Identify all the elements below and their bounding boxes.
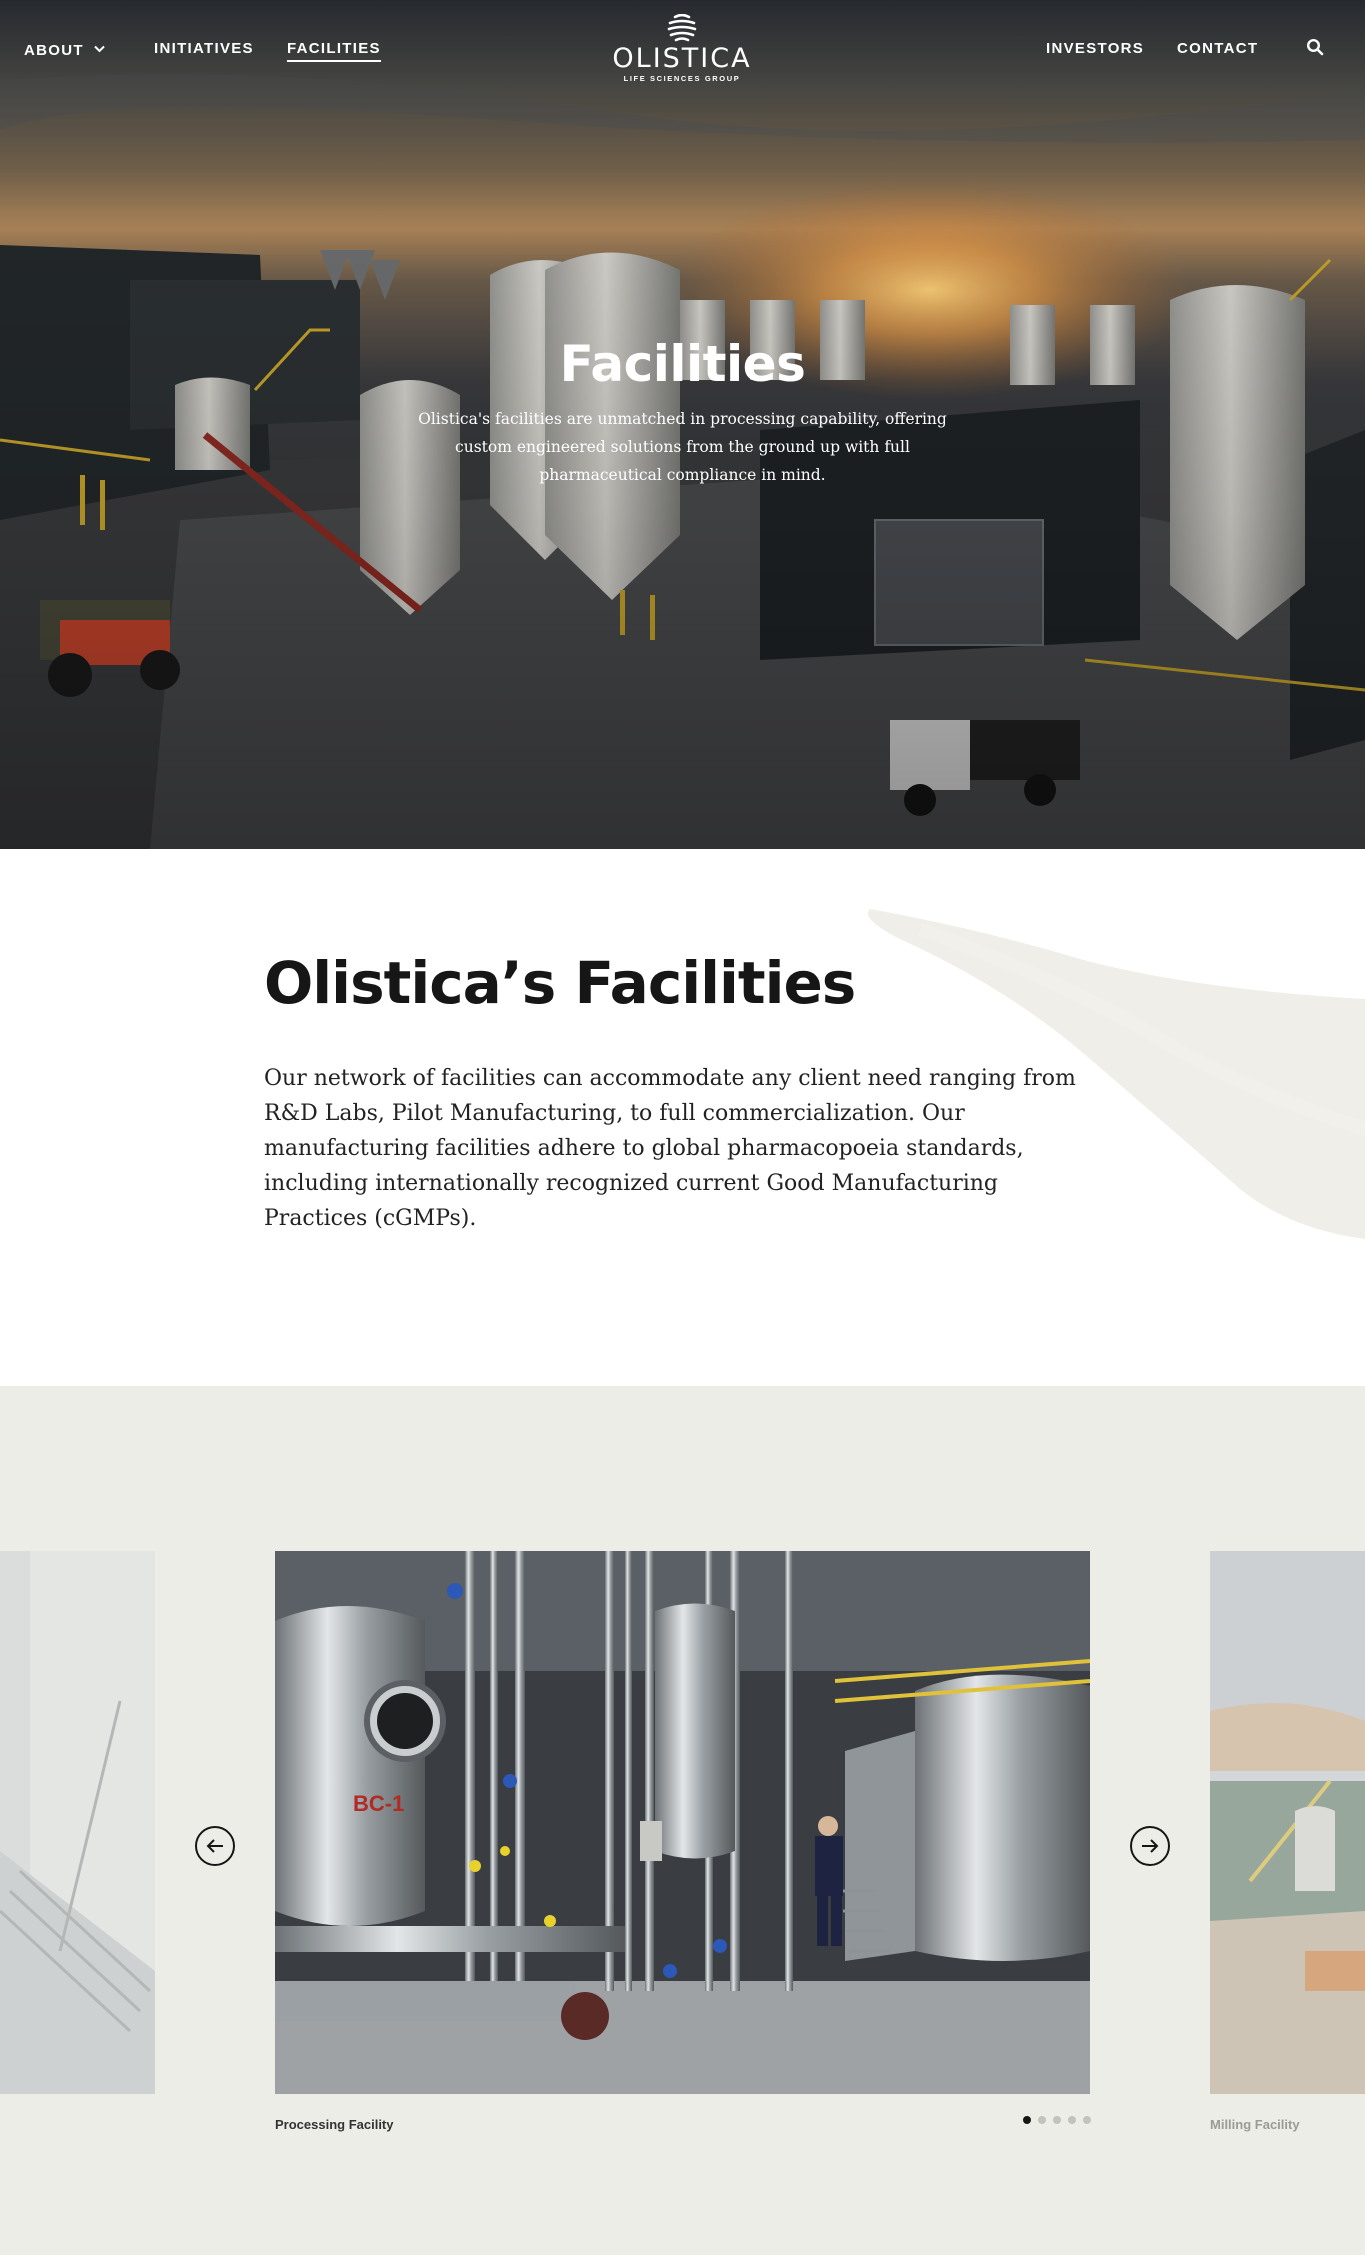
intro-section: Olistica’s Facilities Our network of fac… <box>0 849 1365 1386</box>
arrow-left-icon <box>206 1839 223 1853</box>
logo-mark-icon <box>667 14 697 42</box>
nav-investors[interactable]: INVESTORS <box>1046 40 1144 57</box>
search-icon <box>1306 38 1324 56</box>
next-slide-caption: Milling Facility <box>1210 2117 1300 2132</box>
intro-body: Our network of facilities can accommodat… <box>264 1066 1076 1231</box>
nav-initiatives[interactable]: INITIATIVES <box>154 40 254 57</box>
hero-title: Facilities <box>559 335 806 393</box>
processing-facility-image: BC-1 <box>275 1551 1090 2094</box>
previous-slide-image <box>0 1551 155 2094</box>
carousel-slide-next[interactable] <box>1210 1551 1365 2094</box>
main-nav: ABOUT INITIATIVES FACILITIES OLISTICA LI… <box>0 0 1365 100</box>
logo-tagline: LIFE SCIENCES GROUP <box>623 74 741 83</box>
carousel-slide-previous[interactable] <box>0 1551 155 2094</box>
hero-section: ABOUT INITIATIVES FACILITIES OLISTICA LI… <box>0 0 1365 849</box>
search-button[interactable] <box>1306 38 1326 58</box>
arrow-right-icon <box>1142 1839 1159 1853</box>
carousel-dot-4[interactable] <box>1068 2116 1076 2124</box>
carousel-pagination <box>1023 2116 1091 2124</box>
slide-caption: Processing Facility <box>275 2117 394 2132</box>
nav-contact[interactable]: CONTACT <box>1177 40 1258 57</box>
carousel-dot-5[interactable] <box>1083 2116 1091 2124</box>
nav-facilities[interactable]: FACILITIES <box>287 40 381 62</box>
carousel-dot-3[interactable] <box>1053 2116 1061 2124</box>
carousel-next-button[interactable] <box>1130 1826 1170 1866</box>
hero-description: Olistica's facilities are unmatched in p… <box>418 410 947 484</box>
carousel-dot-2[interactable] <box>1038 2116 1046 2124</box>
logo-wordmark: OLISTICA <box>612 43 752 74</box>
next-slide-image <box>1210 1551 1365 2094</box>
carousel-dot-1[interactable] <box>1023 2116 1031 2124</box>
intro-title: Olistica’s Facilities <box>264 949 856 1017</box>
carousel-slide-current[interactable]: BC-1 <box>275 1551 1090 2094</box>
logo[interactable]: OLISTICA LIFE SCIENCES GROUP <box>606 14 758 84</box>
nav-about-label: ABOUT <box>24 42 84 59</box>
nav-about[interactable]: ABOUT <box>24 40 105 59</box>
carousel-prev-button[interactable] <box>195 1826 235 1866</box>
facilities-carousel: BC-1 Processing Facility Milling Facilit… <box>0 1386 1365 2255</box>
svg-text:BC-1: BC-1 <box>353 1791 404 1816</box>
chevron-down-icon <box>94 40 105 57</box>
